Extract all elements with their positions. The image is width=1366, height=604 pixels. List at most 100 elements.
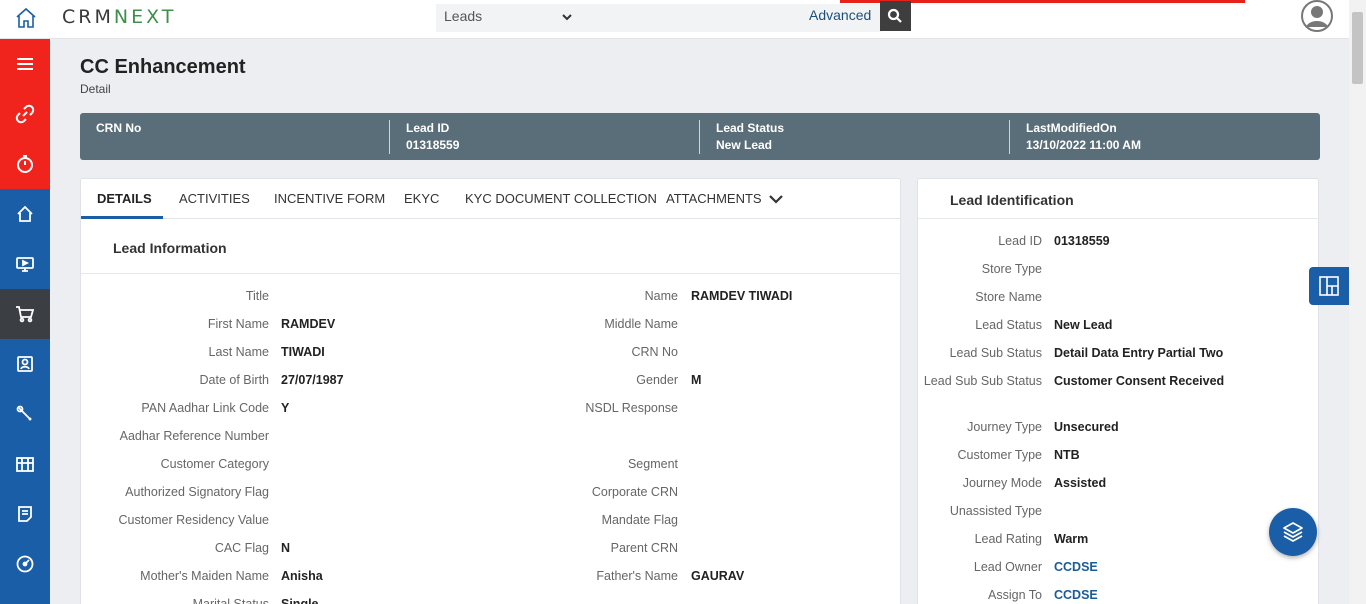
tab-ekyc[interactable]: EKYC [404,191,439,206]
search-icon [887,8,902,23]
tab-details[interactable]: DETAILS [97,191,152,206]
monitor-icon [16,257,34,272]
lead-identification-card: Lead Identification Lead ID 01318559 Store… [917,178,1319,604]
sidebar-cart[interactable] [0,289,50,339]
tab-kyc-document-collection[interactable]: KYC DOCUMENT COLLECTION [465,191,657,206]
cart-icon [16,306,35,323]
building-icon [16,457,34,472]
field-label-segment: Segment [627,457,678,471]
tab-activities[interactable]: ACTIVITIES [179,191,250,206]
field-label-lead-sub-status: Lead Sub Status [949,346,1042,360]
field-label-mother-s-maiden-name: Mother's Maiden Name [140,569,269,583]
module-select[interactable]: Leads [436,4,581,32]
sidebar-menu[interactable] [0,39,50,89]
field-value-last-name: TIWADI [281,345,325,359]
summary-band: CRN No Lead ID 01318559 Lead Status New … [80,113,1320,160]
field-label-marital-status: Marital Status [192,597,269,604]
advanced-search-link[interactable]: Advanced [809,7,871,23]
field-label-customer-residency-value: Customer Residency Value [118,513,269,527]
sidebar-timer[interactable] [0,139,50,189]
page-title: CC Enhancement [80,56,246,78]
field-value-name: RAMDEV TIWADI [691,289,793,303]
field-value-father-s-name: GAURAV [691,569,745,583]
field-label-lead-owner: Lead Owner [973,560,1042,574]
summary-last-modified: LastModifiedOn 13/10/2022 11:00 AM [1026,121,1141,152]
crmnext-logo[interactable]: CRMNEXT [62,6,176,28]
top-bar: CRMNEXT Leads Advanced [0,0,1366,39]
summary-lead-status: Lead Status New Lead [716,121,785,152]
field-label-store-name: Store Name [975,290,1042,304]
field-label-unassisted-type: Unassisted Type [949,504,1042,518]
field-value-lead-sub-status: Detail Data Entry Partial Two [1054,346,1224,360]
field-value-first-name: RAMDEV [281,317,336,331]
field-label-customer-type: Customer Type [957,448,1042,462]
scrollbar-thumb[interactable] [1352,12,1363,84]
chevron-down-icon [561,10,573,26]
field-value-journey-mode: Assisted [1054,476,1107,490]
field-label-first-name: First Name [207,317,269,331]
field-value-cac-flag: N [281,541,291,555]
sidebar-tools[interactable] [0,389,50,439]
chevron-down-icon[interactable] [767,190,785,208]
field-label-father-s-name: Father's Name [596,569,678,583]
report-icon [18,506,32,522]
home-icon[interactable] [14,6,38,30]
field-value-mother-s-maiden-name: Anisha [281,569,323,583]
sidebar-contacts[interactable] [0,339,50,389]
sidebar-reports[interactable] [0,489,50,539]
layers-icon [1283,522,1303,542]
field-value-lead-id: 01318559 [1054,234,1110,248]
link-icon [15,104,35,124]
field-label-authorized-signatory-flag: Authorized Signatory Flag [125,485,269,499]
sidebar-monitor[interactable] [0,239,50,289]
field-label-crn-no: CRN No [631,345,678,359]
divider [81,273,901,274]
field-value-marital-status: Single [281,597,319,604]
field-label-pan-aadhar-link-code: PAN Aadhar Link Code [141,401,269,415]
sidebar-links[interactable] [0,89,50,139]
field-value-lead-owner[interactable]: CCDSE [1054,558,1098,576]
layers-button[interactable] [1269,508,1317,556]
dashboard-icon [16,555,34,573]
field-label-title: Title [245,289,269,303]
field-label-corporate-crn: Corporate CRN [591,485,678,499]
section-title: Lead Identification [950,192,1074,208]
tab-incentive-form[interactable]: INCENTIVE FORM [274,191,385,206]
field-label-nsdl-response: NSDL Response [585,401,678,415]
section-title: Lead Information [113,240,227,256]
search-button[interactable] [880,1,911,31]
field-value-assign-to[interactable]: CCDSE [1054,586,1098,604]
field-value-journey-type: Unsecured [1054,420,1119,434]
field-label-customer-category: Customer Category [160,457,269,471]
field-value-customer-type: NTB [1054,448,1080,462]
summary-divider [699,120,700,154]
home-icon [17,205,33,222]
field-value-pan-aadhar-link-code: Y [281,401,290,415]
field-value-lead-rating: Warm [1054,532,1089,546]
summary-crn: CRN No [96,121,142,135]
field-value-date-of-birth: 27/07/1987 [281,373,344,387]
page-scrollbar[interactable] [1349,0,1366,604]
summary-divider [389,120,390,154]
field-label-middle-name: Middle Name [604,317,678,331]
field-label-parent-crn: Parent CRN [610,541,678,555]
sidebar-buildings[interactable] [0,439,50,489]
user-avatar-icon[interactable] [1300,0,1334,34]
divider [918,218,1319,219]
field-label-lead-status: Lead Status [975,318,1042,332]
tab-bar: DETAILS ACTIVITIES INCENTIVE FORM EKYC K… [81,179,901,219]
timer-icon [17,155,33,173]
module-select-value: Leads [444,8,483,24]
field-label-journey-type: Journey Type [967,420,1042,434]
sidebar-dashboard[interactable] [0,539,50,589]
field-label-assign-to: Assign To [988,588,1042,602]
field-label-lead-rating: Lead Rating [974,532,1042,546]
summary-divider [1009,120,1010,154]
field-label-store-type: Store Type [981,262,1042,276]
field-value-lead-sub-sub-status: Customer Consent Received [1054,374,1225,388]
sidebar-home[interactable] [0,189,50,239]
field-label-date-of-birth: Date of Birth [199,373,269,387]
sidebar [0,39,50,604]
layout-toggle-button[interactable] [1309,267,1349,305]
tab-attachments[interactable]: ATTACHMENTS [666,191,762,206]
